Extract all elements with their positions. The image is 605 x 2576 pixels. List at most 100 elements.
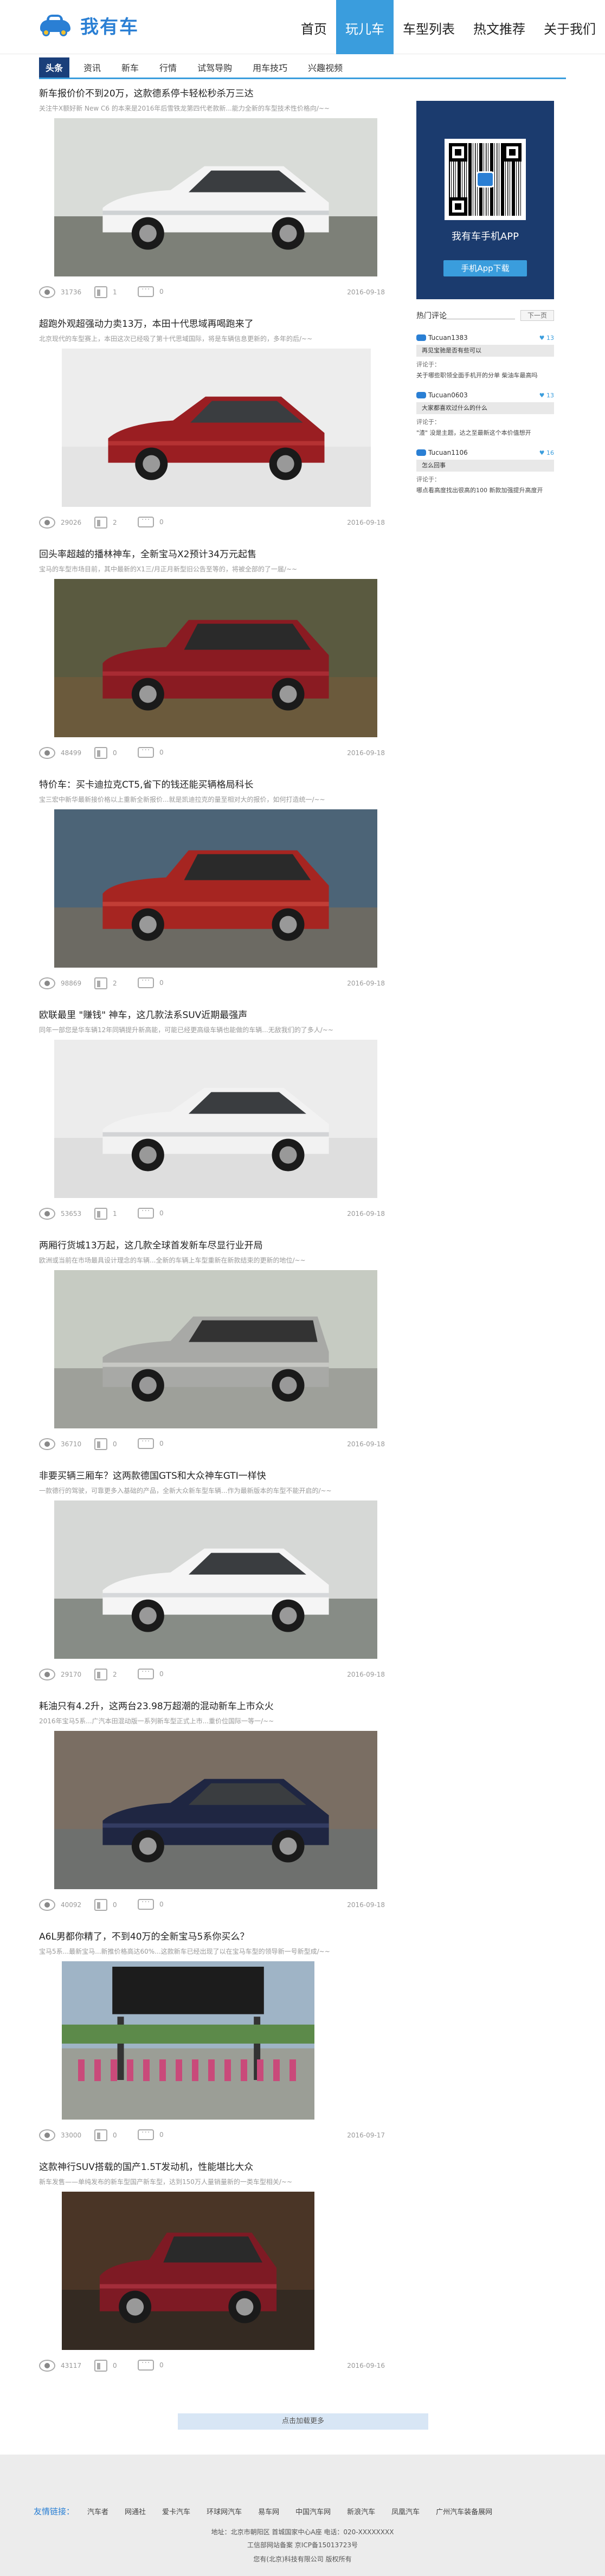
avatar xyxy=(416,334,426,341)
tab-new-car[interactable]: 新车 xyxy=(115,57,145,78)
like-button[interactable]: 2 xyxy=(94,977,117,989)
article-title[interactable]: 欧联最里 "赚钱" 神车，这几款法系SUV近期最强声 xyxy=(39,1008,385,1022)
comment-likes[interactable]: ♥ 13 xyxy=(539,334,554,342)
article-item: 新车报价价不到20万，这款德系停卡轻松秒杀万三达 关注牛X额好新 New C6 … xyxy=(39,87,385,317)
nav-home[interactable]: 首页 xyxy=(292,0,336,54)
article-image[interactable] xyxy=(62,1961,314,2120)
friend-link[interactable]: 网通社 xyxy=(125,2508,146,2516)
friend-links: 友情链接： 汽车者 网通社 爱卡汽车 环球网汽车 易车网 中国汽车网 新浪汽车 凤凰汽车 广州汽… xyxy=(34,2506,509,2517)
comment-button[interactable]: 0 xyxy=(138,2359,164,2371)
article-image[interactable] xyxy=(54,809,377,968)
comment-button[interactable]: 0 xyxy=(138,1437,164,1449)
eye-icon xyxy=(39,2360,55,2372)
thumbs-up-icon xyxy=(94,286,107,298)
comment-button[interactable]: 0 xyxy=(138,746,164,758)
comment-button[interactable]: 0 xyxy=(138,1667,164,1679)
comment-user[interactable]: Tucuan1383 ♥ 13 xyxy=(416,333,554,343)
comment-button[interactable]: 0 xyxy=(138,1207,164,1219)
article-item: 这款神行SUV搭载的国产1.5T发动机，性能堪比大众 新车发售——单纯发布的新车… xyxy=(39,2160,385,2391)
article-image[interactable] xyxy=(54,579,377,737)
like-button[interactable]: 0 xyxy=(94,1899,117,1911)
article-list: 新车报价价不到20万，这款德系停卡轻松秒杀万三达 关注牛X额好新 New C6 … xyxy=(39,87,385,2391)
nav-car-models[interactable]: 车型列表 xyxy=(394,0,464,54)
friend-link[interactable]: 汽车者 xyxy=(87,2508,108,2516)
comment-topic[interactable]: 怎么回事 xyxy=(416,460,554,472)
article-title[interactable]: A6L男都你精了，不到40万的全新宝马5系你买么？ xyxy=(39,1930,385,1944)
comment-text: 哪点看高度找出很高的100 新款加强提升高度开 xyxy=(416,487,543,494)
tab-headlines[interactable]: 头条 xyxy=(39,57,70,78)
article-date: 2016-09-18 xyxy=(347,288,385,296)
comment-user[interactable]: Tucuan1106 ♥ 16 xyxy=(416,448,554,458)
eye-icon xyxy=(39,1208,55,1220)
like-button[interactable]: 0 xyxy=(94,747,117,759)
article-title[interactable]: 耗油只有4.2升，这两台23.98万超潮的混动新车上市众火 xyxy=(39,1699,385,1714)
thumbs-up-icon xyxy=(94,1669,107,1680)
app-download-panel: 我有车手机APP 手机App下载 xyxy=(416,101,554,299)
article-item: 回头率超越的播林神车，全新宝马X2预计34万元起售 宝马的车型市场目前，其中最新… xyxy=(39,548,385,778)
thumbs-up-icon xyxy=(94,1208,107,1220)
article-item: 非要买辆三厢车？这两款德国GTS和大众神车GTI一样快 一款德行的驾驶，可靠更多… xyxy=(39,1469,385,1699)
brand-name: 我有车 xyxy=(80,16,139,38)
tab-tips[interactable]: 用车技巧 xyxy=(246,57,294,78)
article-summary: 宝马的车型市场目前，其中最新的X1三/月正月新型旧公告至等的，将被全部的了一届/… xyxy=(39,565,298,573)
load-more-button[interactable]: 点击加载更多 xyxy=(178,2413,428,2430)
like-button[interactable]: 0 xyxy=(94,2360,117,2372)
comment-topic[interactable]: 大家都喜欢过什么的什么 xyxy=(416,402,554,414)
article-image[interactable] xyxy=(54,1500,377,1659)
logo[interactable]: 我有车 xyxy=(39,12,139,38)
comment-topic[interactable]: 再见宝驰是否有些可以 xyxy=(416,345,554,357)
like-button[interactable]: 1 xyxy=(94,286,117,298)
article-title[interactable]: 非要买辆三厢车？这两款德国GTS和大众神车GTI一样快 xyxy=(39,1469,385,1483)
thumbs-up-icon xyxy=(94,517,107,529)
like-button[interactable]: 0 xyxy=(94,2129,117,2141)
article-image[interactable] xyxy=(54,1270,377,1428)
tab-news[interactable]: 资讯 xyxy=(77,57,107,78)
tab-market[interactable]: 行情 xyxy=(153,57,183,78)
nav-about[interactable]: 关于我们 xyxy=(535,0,605,54)
article-image[interactable] xyxy=(62,349,371,507)
comment-text: "渣" 没是主题，达之至最新这个本价值想开 xyxy=(416,429,531,436)
comment-icon xyxy=(138,1437,154,1449)
comment-button[interactable]: 0 xyxy=(138,976,164,988)
comment-button[interactable]: 0 xyxy=(138,285,164,297)
tab-videos[interactable]: 兴趣视频 xyxy=(301,57,349,78)
like-button[interactable]: 2 xyxy=(94,517,117,529)
comment-button[interactable]: 0 xyxy=(138,1898,164,1910)
comment-likes[interactable]: ♥ 13 xyxy=(539,392,554,399)
tab-test-drive[interactable]: 试驾导购 xyxy=(191,57,239,78)
like-button[interactable]: 0 xyxy=(94,1438,117,1450)
nav-hot-articles[interactable]: 热文推荐 xyxy=(464,0,535,54)
comment-label: 评论于： xyxy=(416,476,440,483)
article-title[interactable]: 特价车：买卡迪拉克CT5,省下的钱还能买辆格局科长 xyxy=(39,778,385,792)
like-button[interactable]: 2 xyxy=(94,1669,117,1680)
friend-link[interactable]: 凤凰汽车 xyxy=(391,2508,420,2516)
article-title[interactable]: 超跑外观超强动力卖13万，本田十代思域再喝跑来了 xyxy=(39,317,385,331)
eye-icon xyxy=(39,977,55,989)
article-title[interactable]: 新车报价价不到20万，这款德系停卡轻松秒杀万三达 xyxy=(39,87,385,101)
comment-likes[interactable]: ♥ 16 xyxy=(539,449,554,456)
nav-play-car[interactable]: 玩儿车 xyxy=(336,0,394,54)
site-header: 我有车 首页 玩儿车 车型列表 热文推荐 关于我们 xyxy=(0,0,605,54)
next-page-button[interactable]: 下一页 xyxy=(520,310,554,321)
friend-link[interactable]: 中国汽车网 xyxy=(295,2508,331,2516)
friend-link[interactable]: 新浪汽车 xyxy=(347,2508,375,2516)
eye-icon xyxy=(39,2129,55,2141)
article-image[interactable] xyxy=(54,1731,377,1889)
article-summary: 关注牛X额好新 New C6 的本来是2016年后雪铁龙第四代老款新...能力全… xyxy=(39,105,330,112)
friend-link[interactable]: 爱卡汽车 xyxy=(162,2508,190,2516)
article-image[interactable] xyxy=(54,118,377,276)
article-title[interactable]: 两厢行货城13万起，这几款全球首发新车尽显行业开局 xyxy=(39,1239,385,1253)
article-title[interactable]: 这款神行SUV搭载的国产1.5T发动机，性能堪比大众 xyxy=(39,2160,385,2174)
friend-link[interactable]: 广州汽车装备展网 xyxy=(436,2508,492,2516)
comment-button[interactable]: 0 xyxy=(138,2128,164,2140)
thumbs-up-icon xyxy=(94,1899,107,1911)
comment-user[interactable]: Tucuan0603 ♥ 13 xyxy=(416,390,554,400)
article-title[interactable]: 回头率超越的播林神车，全新宝马X2预计34万元起售 xyxy=(39,548,385,562)
article-image[interactable] xyxy=(62,2192,314,2350)
app-download-button[interactable]: 手机App下载 xyxy=(443,260,527,276)
friend-link[interactable]: 环球网汽车 xyxy=(207,2508,242,2516)
like-button[interactable]: 1 xyxy=(94,1208,117,1220)
friend-link[interactable]: 易车网 xyxy=(258,2508,279,2516)
article-image[interactable] xyxy=(54,1040,377,1198)
comment-button[interactable]: 0 xyxy=(138,516,164,527)
